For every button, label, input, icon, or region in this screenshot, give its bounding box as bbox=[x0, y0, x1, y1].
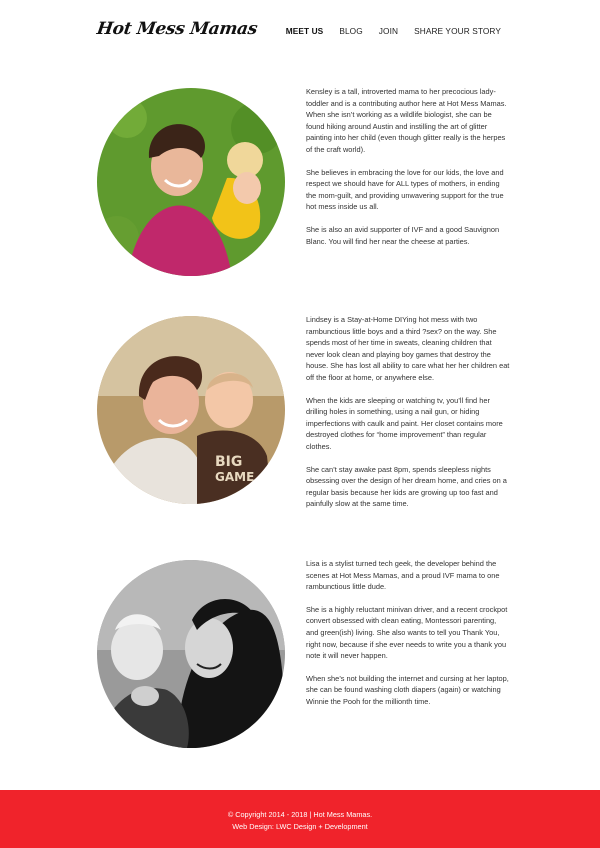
site-footer: © Copyright 2014 - 2018 | Hot Mess Mamas… bbox=[0, 790, 600, 848]
nav-item-meet-us[interactable]: MEET US bbox=[286, 26, 324, 36]
profile-bio-lindsey: Lindsey is a Stay-at-Home DIYing hot mes… bbox=[306, 314, 510, 521]
nav-item-join[interactable]: JOIN bbox=[379, 26, 398, 36]
profile-photo-kensley bbox=[97, 88, 285, 276]
bio-paragraph: Lindsey is a Stay-at-Home DIYing hot mes… bbox=[306, 315, 510, 382]
footer-copyright: © Copyright 2014 - 2018 | Hot Mess Mamas… bbox=[227, 810, 373, 819]
bio-paragraph: She is a highly reluctant minivan driver… bbox=[306, 604, 508, 661]
footer-credit-link[interactable]: Web Design: LWC Design + Development bbox=[0, 822, 600, 831]
bio-paragraph: She can’t stay awake past 8pm, spends sl… bbox=[306, 464, 507, 509]
site-header: Hot Mess Mamas MEET US BLOG JOIN SHARE Y… bbox=[0, 0, 600, 64]
bio-paragraph: She believes in embracing the love for o… bbox=[306, 167, 504, 212]
site-logo[interactable]: Hot Mess Mamas bbox=[96, 19, 259, 39]
svg-text:GAME: GAME bbox=[215, 470, 254, 484]
profile-photo-lisa bbox=[97, 560, 285, 748]
svg-text:BIG: BIG bbox=[215, 454, 242, 470]
profile-bio-kensley: Kensley is a tall, introverted mama to h… bbox=[306, 86, 510, 258]
bio-paragraph: Kensley is a tall, introverted mama to h… bbox=[306, 87, 507, 154]
bio-paragraph: When she’s not building the internet and… bbox=[306, 673, 509, 706]
main-nav: MEET US BLOG JOIN SHARE YOUR STORY bbox=[270, 26, 501, 36]
profile-photo-lindsey: BIG GAME bbox=[97, 316, 285, 504]
nav-item-blog[interactable]: BLOG bbox=[339, 26, 362, 36]
nav-item-share-your-story[interactable]: SHARE YOUR STORY bbox=[414, 26, 501, 36]
bio-paragraph: She is also an avid supporter of IVF and… bbox=[306, 224, 500, 246]
bio-paragraph: When the kids are sleeping or watching t… bbox=[306, 395, 503, 451]
profile-bio-lisa: Lisa is a stylist turned tech geek, the … bbox=[306, 558, 510, 719]
bio-paragraph: Lisa is a stylist turned tech geek, the … bbox=[306, 559, 500, 592]
